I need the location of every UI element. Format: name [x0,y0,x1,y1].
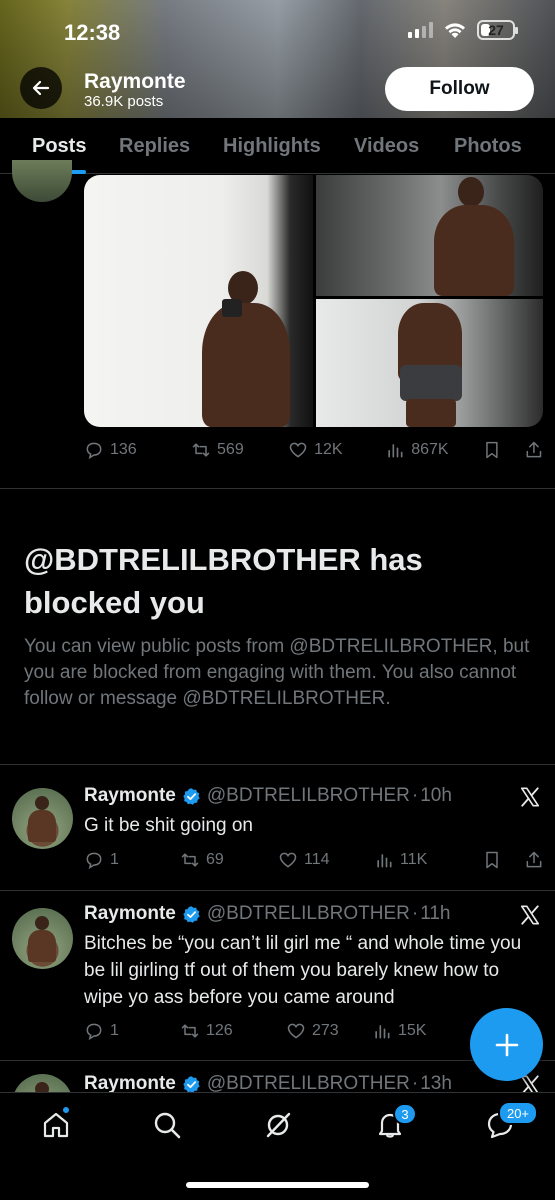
nav-grok[interactable] [262,1109,294,1141]
like-count: 273 [312,1022,339,1039]
like-button[interactable]: 273 [286,1021,372,1041]
views-button[interactable]: 867K [385,440,480,460]
nav-search[interactable] [151,1109,183,1141]
tweet-time[interactable]: 10h [420,785,452,807]
post-actions: 136 569 12K 867K [84,440,544,460]
blocked-description: You can view public posts from @BDTRELIL… [24,636,530,709]
author-name[interactable]: Raymonte [84,903,176,925]
plus-icon [495,1033,518,1056]
heart-icon [287,1023,305,1039]
tab-replies[interactable]: Replies [119,118,190,174]
tab-highlights[interactable]: Highlights [223,118,321,174]
x-logo-icon[interactable] [519,904,541,926]
verified-badge-icon [183,1075,200,1093]
share-icon[interactable] [524,440,544,460]
tweet-header: Raymonte @BDTRELILBROTHER · 11h [84,903,451,925]
like-button[interactable]: 12K [288,440,385,460]
mirror-selfie-photo[interactable] [84,175,313,427]
divider [0,764,555,765]
author-handle: @BDTRELILBROTHER [206,785,410,806]
bookmark-icon[interactable] [482,440,502,460]
share-icon[interactable] [524,850,544,870]
post-count: 36.9K posts [84,93,164,110]
tweet-header: Raymonte @BDTRELILBROTHER · 10h [84,785,452,807]
grok-icon [266,1112,291,1138]
home-indicator [186,1182,369,1188]
status-time: 12:38 [64,20,121,45]
repost-icon [181,853,199,867]
search-icon [154,1112,181,1139]
verified-badge-icon [183,905,200,923]
avatar[interactable] [12,160,72,202]
x-logo-icon[interactable] [519,786,541,808]
reply-icon [86,1023,102,1041]
tweet-time[interactable]: 11h [420,903,450,925]
profile-tabs: Posts Replies Highlights Videos Photos [0,118,555,174]
reply-button[interactable]: 136 [84,440,191,460]
repost-button[interactable]: 569 [191,440,288,460]
repost-icon [181,1024,199,1038]
repost-icon [192,443,210,457]
divider [0,1060,555,1061]
back-arrow-icon [32,80,50,96]
views-icon [375,1025,390,1039]
views-icon [377,854,392,868]
views-button[interactable]: 11K [374,850,470,870]
reply-count: 1 [110,851,119,868]
media-grid [84,175,543,427]
like-count: 114 [304,851,330,868]
view-count: 11K [400,851,428,868]
tab-photos[interactable]: Photos [454,118,522,174]
like-count: 12K [314,441,343,458]
wifi-icon [445,23,465,38]
divider [0,890,555,891]
notifications-badge: 3 [393,1103,417,1125]
bookmark-icon[interactable] [482,850,502,870]
tweet-text: G it be shit going on [84,815,253,836]
heart-icon [279,852,297,868]
messages-badge: 20+ [498,1101,538,1125]
like-button[interactable]: 114 [278,850,374,870]
tweet-text: Bitches be “you can’t lil girl me “ and … [84,933,522,1008]
repost-button[interactable]: 69 [180,850,278,870]
compose-button[interactable] [470,1008,543,1081]
heart-icon [289,442,307,458]
divider [0,488,555,489]
reply-count: 1 [110,1022,119,1039]
follow-button[interactable]: Follow [385,67,534,111]
reply-icon [86,442,102,460]
cellular-signal-icon [408,22,433,38]
views-button[interactable]: 15K [372,1021,468,1041]
blocked-title: @BDTRELILBROTHER has blocked you [24,542,423,620]
reply-count: 136 [110,441,137,458]
standing-photo[interactable] [316,175,543,296]
battery-level: 27 [488,22,504,38]
repost-button[interactable]: 126 [180,1021,286,1041]
reply-icon [86,852,102,870]
profile-name: Raymonte [84,70,186,93]
views-icon [388,444,403,458]
battery-icon: 27 [477,20,518,40]
author-handle: @BDTRELILBROTHER [206,903,410,924]
avatar[interactable] [12,908,73,969]
tweet-actions: 1 69 114 11K [84,850,544,870]
tab-videos[interactable]: Videos [354,118,419,174]
view-count: 867K [411,441,449,458]
avatar[interactable] [12,788,73,849]
profile-header-banner: 12:38 27 Raymonte 36.9K posts Follow [0,0,555,118]
reply-button[interactable]: 1 [84,850,180,870]
author-name[interactable]: Raymonte [84,785,176,807]
repost-count: 69 [206,851,224,868]
mirror-selfie-photo-2[interactable] [316,299,543,427]
view-count: 15K [398,1022,427,1039]
back-button[interactable] [20,67,62,109]
repost-count: 126 [206,1022,233,1039]
verified-badge-icon [183,787,200,805]
repost-count: 569 [217,441,244,458]
reply-button[interactable]: 1 [84,1021,180,1041]
status-icons: 27 [408,20,518,40]
home-unread-dot [61,1105,71,1115]
